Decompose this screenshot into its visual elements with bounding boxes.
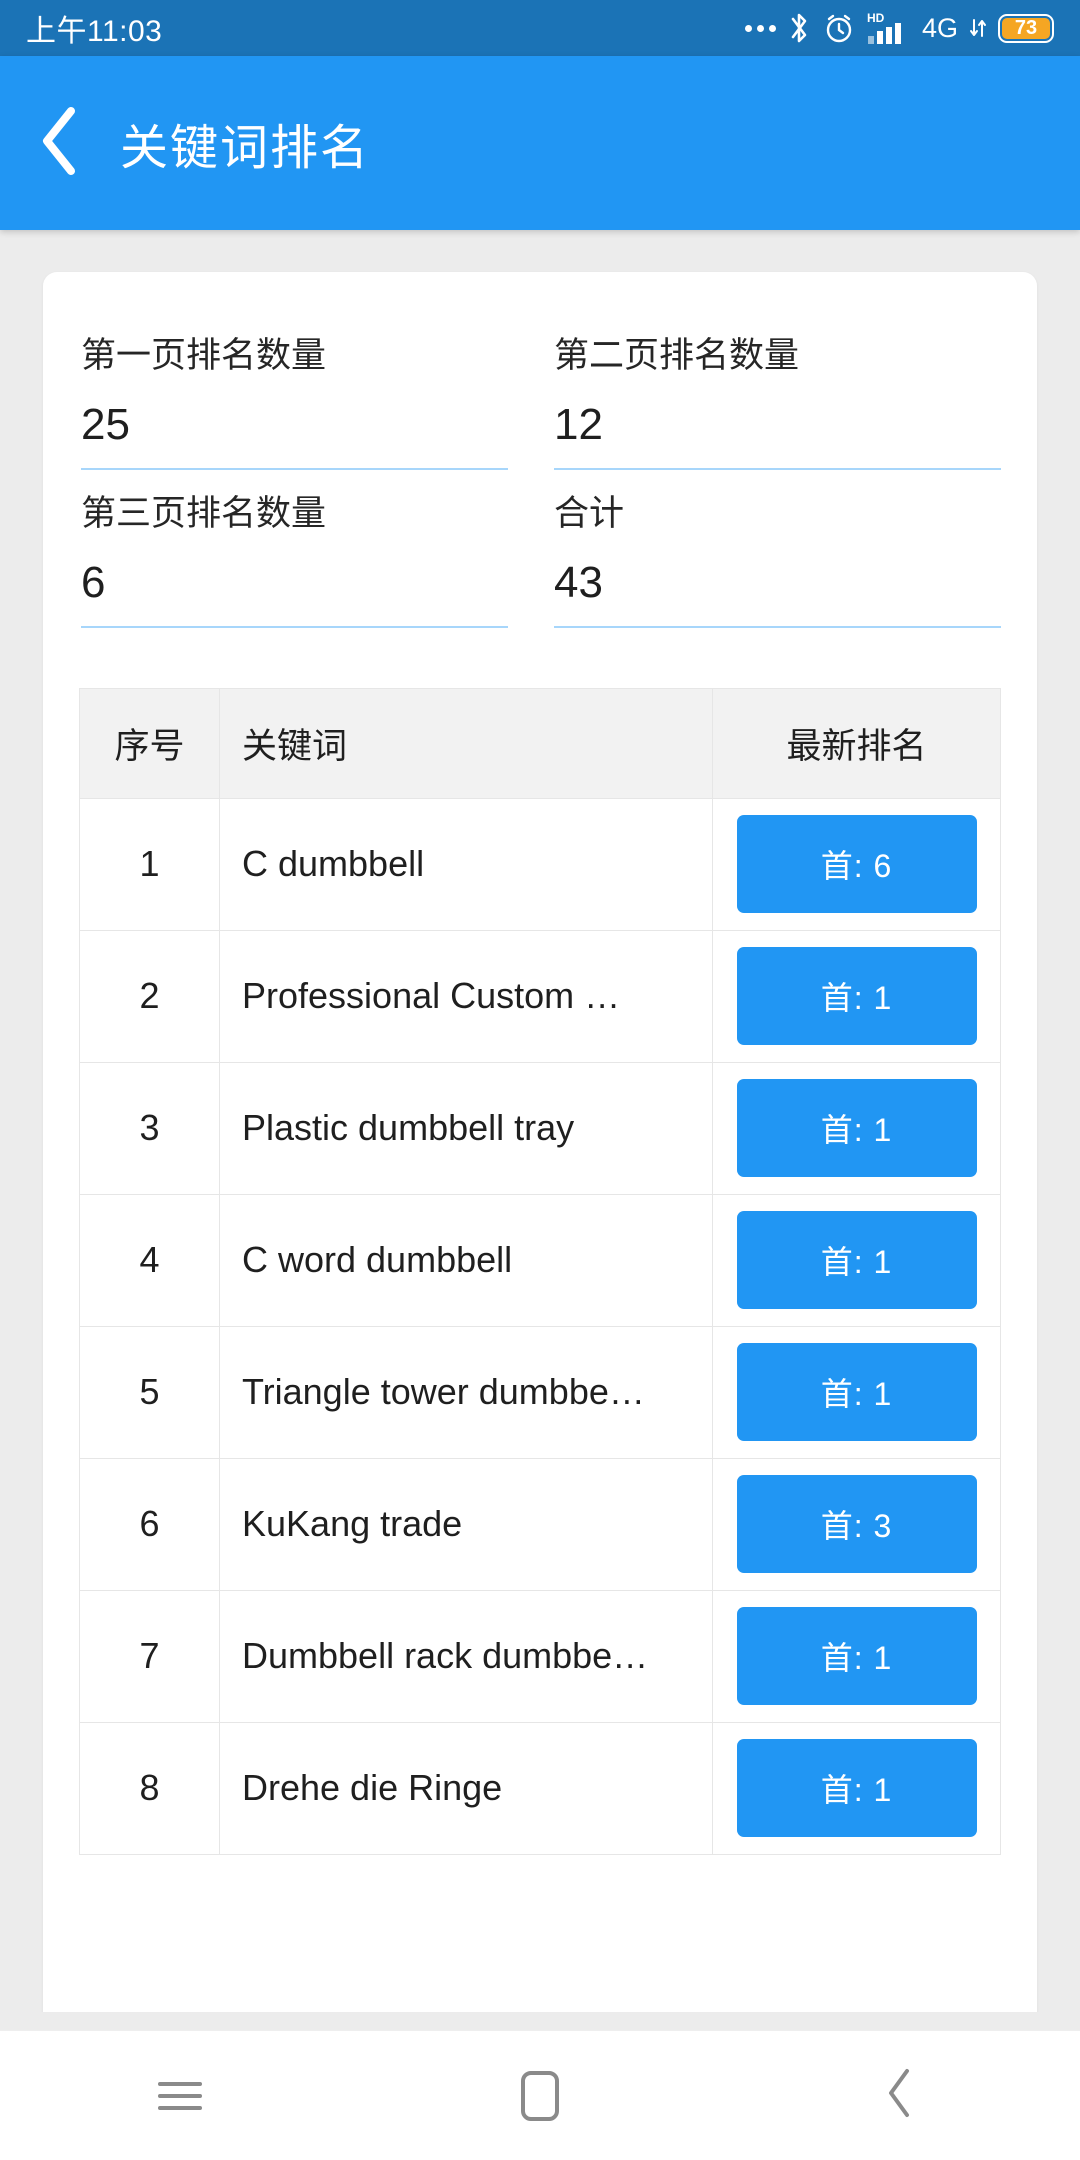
table-row[interactable]: 2 Professional Custom … 首: 1 <box>79 929 1001 1063</box>
stat-value: 12 <box>554 378 1001 470</box>
table-head: 序号 关键词 最新排名 <box>79 687 1001 799</box>
cell-index: 6 <box>79 1457 220 1591</box>
cell-keyword: C dumbbell <box>219 797 713 931</box>
stat-value: 25 <box>81 378 508 470</box>
back-chevron-icon <box>883 2066 917 2125</box>
battery-icon: 73 <box>998 13 1054 43</box>
cell-index: 8 <box>79 1721 220 1855</box>
rank-badge[interactable]: 首: 1 <box>736 1607 977 1705</box>
svg-text:HD: HD <box>867 11 885 25</box>
4g-icon: 4G <box>921 12 958 43</box>
more-dots-icon <box>744 24 776 32</box>
rank-badge[interactable]: 首: 3 <box>736 1475 977 1573</box>
keyword-ranking-table-wrapper: 序号 关键词 最新排名 1 C dumbbell 首: 6 2 Professi… <box>43 650 1037 1855</box>
page-title: 关键词排名 <box>120 122 371 175</box>
content-card: 第一页排名数量 25 第二页排名数量 12 第三页排名数量 6 合计 43 序号 <box>43 272 1037 2032</box>
cell-rank: 首: 3 <box>712 1457 1001 1591</box>
column-header-index: 序号 <box>79 687 220 799</box>
home-icon <box>521 2070 559 2121</box>
scroll-cutoff-mask <box>0 2012 1080 2030</box>
back-button[interactable] <box>0 103 120 184</box>
chevron-left-icon <box>37 103 83 184</box>
cell-keyword: Professional Custom … <box>219 929 713 1063</box>
cell-keyword: Triangle tower dumbbe… <box>219 1325 713 1459</box>
nav-back-button[interactable] <box>810 2066 990 2125</box>
cell-index: 2 <box>79 929 220 1063</box>
cell-rank: 首: 1 <box>712 929 1001 1063</box>
stat-total: 合计 43 <box>540 492 1037 628</box>
status-bar: 上午11:03 HD 4G 73 <box>0 0 1080 56</box>
keyword-ranking-table: 序号 关键词 最新排名 1 C dumbbell 首: 6 2 Professi… <box>79 687 1001 1855</box>
cell-index: 3 <box>79 1061 220 1195</box>
table-header-row: 序号 关键词 最新排名 <box>79 687 1001 799</box>
cell-rank: 首: 1 <box>712 1325 1001 1459</box>
table-row[interactable]: 1 C dumbbell 首: 6 <box>79 797 1001 931</box>
table-row[interactable]: 6 KuKang trade 首: 3 <box>79 1457 1001 1591</box>
cell-index: 7 <box>79 1589 220 1723</box>
status-time: 上午11:03 <box>26 15 163 48</box>
cell-keyword: C word dumbbell <box>219 1193 713 1327</box>
hd-signal-icon: HD <box>867 10 911 46</box>
stat-value: 43 <box>554 536 1001 628</box>
cell-index: 1 <box>79 797 220 931</box>
stat-second-page: 第二页排名数量 12 <box>540 334 1037 470</box>
rank-badge[interactable]: 首: 1 <box>736 1739 977 1837</box>
app-header: 关键词排名 <box>0 56 1080 230</box>
table-row[interactable]: 4 C word dumbbell 首: 1 <box>79 1193 1001 1327</box>
stat-label: 第一页排名数量 <box>81 336 327 375</box>
table-row[interactable]: 7 Dumbbell rack dumbbe… 首: 1 <box>79 1589 1001 1723</box>
data-transfer-icon <box>969 17 987 39</box>
cell-keyword: KuKang trade <box>219 1457 713 1591</box>
stat-first-page: 第一页排名数量 25 <box>43 334 540 470</box>
stat-label: 第二页排名数量 <box>554 336 800 375</box>
table-row[interactable]: 5 Triangle tower dumbbe… 首: 1 <box>79 1325 1001 1459</box>
bluetooth-icon <box>787 11 811 45</box>
table-body: 1 C dumbbell 首: 6 2 Professional Custom … <box>79 797 1001 1855</box>
cell-rank: 首: 1 <box>712 1721 1001 1855</box>
phone-screen: 上午11:03 HD 4G 73 关键词排名 第一页排名数量 25 第二页排名数… <box>0 0 1080 2160</box>
cell-rank: 首: 1 <box>712 1193 1001 1327</box>
rank-badge[interactable]: 首: 1 <box>736 947 977 1045</box>
stat-label: 第三页排名数量 <box>81 493 327 533</box>
stats-grid: 第一页排名数量 25 第二页排名数量 12 第三页排名数量 6 合计 43 <box>43 272 1037 650</box>
column-header-rank: 最新排名 <box>712 687 1001 799</box>
rank-badge[interactable]: 首: 1 <box>736 1343 977 1441</box>
nav-menu-button[interactable] <box>90 2074 270 2118</box>
rank-badge[interactable]: 首: 1 <box>736 1079 977 1177</box>
system-navigation-bar <box>0 2030 1080 2160</box>
cell-rank: 首: 6 <box>712 797 1001 931</box>
cell-index: 4 <box>79 1193 220 1327</box>
cell-keyword: Plastic dumbbell tray <box>219 1061 713 1195</box>
cell-keyword: Dumbbell rack dumbbe… <box>219 1589 713 1723</box>
menu-icon <box>158 2074 202 2118</box>
rank-badge[interactable]: 首: 1 <box>736 1211 977 1309</box>
nav-home-button[interactable] <box>450 2070 630 2121</box>
rank-badge[interactable]: 首: 6 <box>736 815 977 913</box>
table-row[interactable]: 3 Plastic dumbbell tray 首: 1 <box>79 1061 1001 1195</box>
battery-level: 73 <box>1002 17 1050 39</box>
cell-index: 5 <box>79 1325 220 1459</box>
stat-value: 6 <box>81 536 508 628</box>
cell-keyword: Drehe die Ringe <box>219 1721 713 1855</box>
cell-rank: 首: 1 <box>712 1589 1001 1723</box>
column-header-keyword: 关键词 <box>219 687 713 799</box>
cell-rank: 首: 1 <box>712 1061 1001 1195</box>
stat-label: 合计 <box>554 493 625 533</box>
status-icon-group: HD 4G 73 <box>744 10 1054 46</box>
table-row[interactable]: 8 Drehe die Ringe 首: 1 <box>79 1721 1001 1855</box>
alarm-icon <box>822 11 856 45</box>
stat-third-page: 第三页排名数量 6 <box>43 492 540 628</box>
